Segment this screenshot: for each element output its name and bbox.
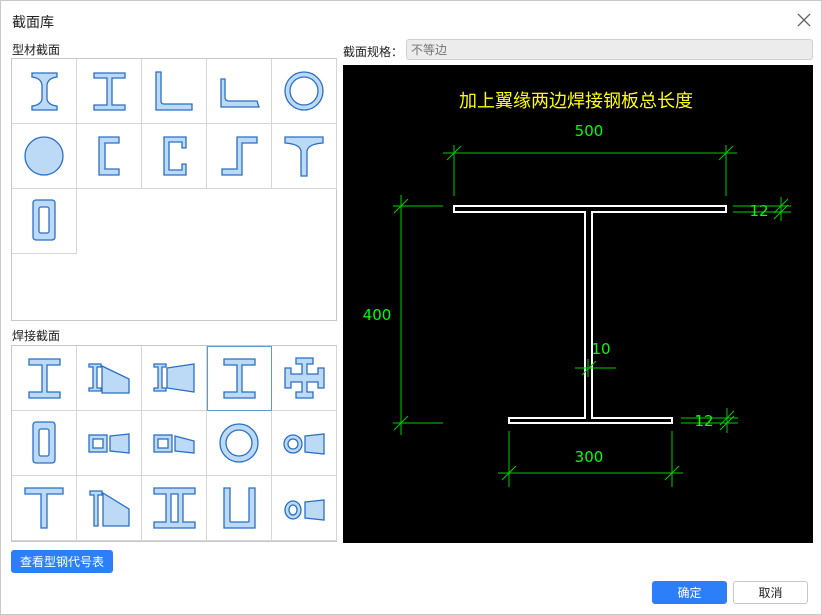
equal-angle-icon — [155, 71, 193, 111]
profile-cell-i-beam[interactable] — [12, 59, 77, 124]
profile-cell-channel[interactable] — [77, 124, 142, 189]
box-section-icon — [32, 421, 56, 464]
welded-cell-double-i[interactable] — [142, 476, 207, 541]
close-icon[interactable] — [795, 11, 813, 29]
lipped-channel-icon — [163, 136, 187, 176]
profile-section-grid — [11, 58, 337, 321]
u-section-icon — [223, 487, 256, 529]
cross-section-icon — [284, 357, 325, 399]
welded-cell-tapered-box-2[interactable] — [142, 411, 207, 476]
spec-label: 截面规格： — [343, 45, 404, 59]
welded-cell-u[interactable] — [207, 476, 272, 541]
channel-icon — [98, 136, 120, 176]
tapered-tube-2-icon — [284, 499, 325, 521]
tapered-box-icon — [88, 433, 130, 454]
welded-cell-tapered-tube[interactable] — [272, 411, 337, 476]
tapered-i-beam-2-icon — [153, 363, 195, 393]
profile-cell-round-tube[interactable] — [272, 59, 337, 124]
welded-cell-tapered-i-beam[interactable] — [77, 346, 142, 411]
profile-cell-equal-angle[interactable] — [142, 59, 207, 124]
welded-cell-tapered-i-beam-2[interactable] — [142, 346, 207, 411]
welded-cell-cross[interactable] — [272, 346, 337, 411]
dim-height: 400 — [363, 306, 392, 324]
dialog-title: 截面库 — [12, 15, 54, 31]
profile-cell-t-section[interactable] — [272, 124, 337, 189]
unequal-angle-icon — [220, 78, 260, 108]
spec-input[interactable] — [406, 39, 813, 60]
section-library-dialog: 截面库 型材截面 焊接截面 截面规格： 不等边 加上翼缘两边焊接钢板总长度 50… — [0, 0, 822, 615]
dim-top-flange-thickness: 12 — [749, 202, 768, 220]
z-section-icon — [221, 136, 258, 176]
welded-cell-tapered-tube-2[interactable] — [272, 476, 337, 541]
tapered-t-icon — [89, 490, 130, 527]
round-bar-icon — [24, 136, 64, 176]
profile-cell-rect-tube[interactable] — [12, 189, 77, 254]
welded-section-grid — [11, 345, 337, 542]
round-tube-icon — [284, 71, 324, 111]
rect-tube-icon — [32, 199, 56, 241]
dim-web-thickness: 10 — [591, 340, 610, 358]
double-i-icon — [153, 487, 196, 529]
profile-cell-lipped-channel[interactable] — [142, 124, 207, 189]
welded-i-beam-icon — [28, 358, 61, 399]
section-preview-canvas: 加上翼缘两边焊接钢板总长度 500 300 400 12 12 10 — [343, 65, 813, 543]
i-section-outline — [453, 205, 727, 424]
i-beam-icon — [31, 72, 58, 111]
welded-cell-t[interactable] — [12, 476, 77, 541]
tapered-box-2-icon — [153, 434, 195, 454]
circular-tube-icon — [219, 423, 259, 463]
welded-cell-tapered-box[interactable] — [77, 411, 142, 476]
welded-cell-circular-tube[interactable] — [207, 411, 272, 476]
t-section-icon — [284, 136, 324, 177]
profile-cell-h-beam[interactable] — [77, 59, 142, 124]
profile-section-label: 型材截面 — [12, 43, 61, 57]
welded-section-label: 焊接截面 — [12, 329, 61, 343]
dim-bottom-width: 300 — [575, 448, 604, 466]
profile-cell-unequal-angle[interactable] — [207, 59, 272, 124]
ok-button[interactable]: 确定 — [652, 581, 727, 604]
cancel-button[interactable]: 取消 — [733, 581, 808, 604]
welded-t-icon — [24, 487, 64, 529]
welded-cell-i-beam-selected[interactable] — [207, 346, 272, 411]
preview-caption: 加上翼缘两边焊接钢板总长度 — [459, 91, 693, 112]
section-drawing: 加上翼缘两边焊接钢板总长度 500 300 400 12 12 10 — [363, 91, 791, 487]
view-steel-code-table-button[interactable]: 查看型钢代号表 — [11, 550, 113, 573]
welded-cell-i-beam[interactable] — [12, 346, 77, 411]
profile-cell-round-bar[interactable] — [12, 124, 77, 189]
tapered-i-beam-icon — [88, 363, 130, 394]
welded-cell-box[interactable] — [12, 411, 77, 476]
welded-i-beam-selected-icon — [223, 358, 256, 399]
welded-cell-tapered-t[interactable] — [77, 476, 142, 541]
dim-bottom-flange-thickness: 12 — [694, 412, 713, 430]
profile-cell-z-section[interactable] — [207, 124, 272, 189]
h-beam-icon — [93, 72, 126, 111]
tapered-tube-icon — [283, 433, 325, 455]
dim-top-width: 500 — [575, 122, 604, 140]
